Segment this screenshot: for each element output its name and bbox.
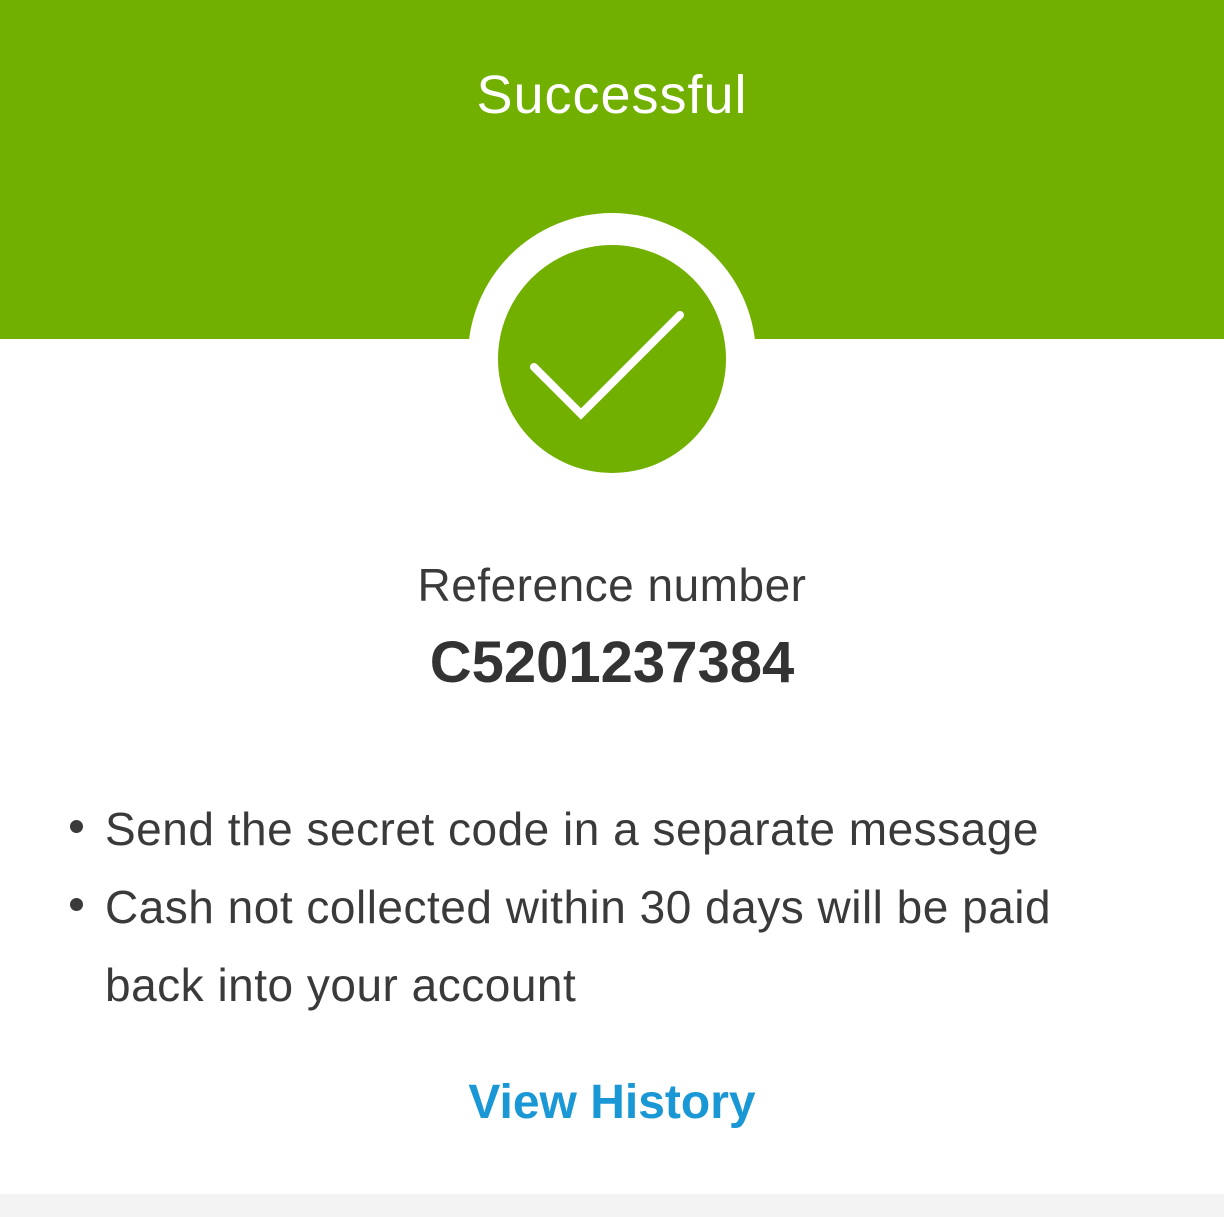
note-text: Send the secret code in a separate messa… — [105, 803, 1039, 855]
view-history-link[interactable]: View History — [0, 1072, 1224, 1134]
notes-list: Send the secret code in a separate messa… — [0, 790, 1224, 1024]
page-title: Successful — [476, 65, 748, 125]
list-item: Cash not collected within 30 days will b… — [0, 868, 1224, 1024]
success-screen: Successful Reference number C5201237384 … — [0, 0, 1224, 1217]
bullet-icon — [70, 898, 83, 911]
bottom-divider — [0, 1194, 1224, 1217]
reference-number: C5201237384 — [429, 630, 795, 695]
bullet-icon — [70, 820, 83, 833]
reference-label: Reference number — [417, 559, 807, 611]
check-icon — [530, 311, 684, 420]
note-text: Cash not collected within 30 days will b… — [105, 881, 1052, 1011]
list-item: Send the secret code in a separate messa… — [0, 790, 1224, 868]
